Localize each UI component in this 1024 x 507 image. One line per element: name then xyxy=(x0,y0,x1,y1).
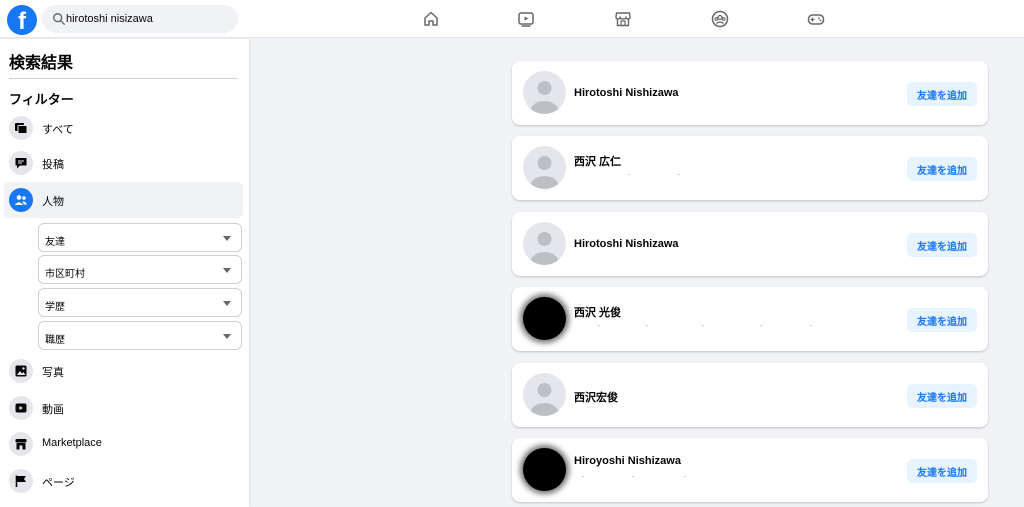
sidebar-item-label: 写真 xyxy=(42,367,64,379)
marketplace-icon xyxy=(9,432,33,456)
result-name[interactable]: Hiroyoshi Nishizawa xyxy=(574,455,681,467)
sidebar-item-all[interactable]: すべて xyxy=(4,110,243,146)
video-icon[interactable] xyxy=(516,9,536,29)
posts-icon xyxy=(9,151,33,175)
facebook-logo[interactable]: f xyxy=(7,5,37,35)
education-filter-dropdown[interactable]: 学歴 xyxy=(38,288,242,317)
sidebar-item-posts[interactable]: 投稿 xyxy=(4,145,243,181)
flag-icon xyxy=(9,469,33,493)
chevron-down-icon xyxy=(223,334,231,339)
sidebar-item-pages[interactable]: ページ xyxy=(4,463,243,499)
add-friend-button[interactable]: 友達を追加 xyxy=(907,459,977,483)
sidebar-item-label: 人物 xyxy=(42,196,64,208)
chevron-down-icon xyxy=(223,301,231,306)
search-box[interactable] xyxy=(42,5,238,33)
dropdown-label: 学歴 xyxy=(45,302,65,313)
add-friend-button[interactable]: 友達を追加 xyxy=(907,308,977,332)
result-card[interactable]: Hirotoshi Nishizawa 友達を追加 xyxy=(512,61,988,125)
marketplace-icon[interactable] xyxy=(613,9,633,29)
dropdown-label: 市区町村 xyxy=(45,269,85,280)
result-card[interactable]: 西沢 広仁 友達を追加 xyxy=(512,136,988,200)
avatar[interactable] xyxy=(523,222,566,265)
sidebar-item-label: すべて xyxy=(42,124,74,136)
result-name[interactable]: 西沢 広仁 xyxy=(574,153,621,169)
result-card[interactable]: 西沢宏俊 友達を追加 xyxy=(512,363,988,427)
add-friend-button[interactable]: 友達を追加 xyxy=(907,384,977,408)
friends-filter-dropdown[interactable]: 友達 xyxy=(38,223,242,252)
city-filter-dropdown[interactable]: 市区町村 xyxy=(38,255,242,284)
sidebar-item-photos[interactable]: 写真 xyxy=(4,353,243,389)
search-filters-sidebar: 検索結果 フィルター すべて 投稿 人物 友達 市区町村 学歴 職歴 写真 動画… xyxy=(0,39,249,507)
people-icon xyxy=(9,188,33,212)
sidebar-title: 検索結果 xyxy=(9,55,74,72)
work-filter-dropdown[interactable]: 職歴 xyxy=(38,321,242,350)
avatar[interactable] xyxy=(523,297,566,340)
add-friend-button[interactable]: 友達を追加 xyxy=(907,82,977,106)
search-icon xyxy=(53,13,65,25)
chevron-down-icon xyxy=(223,268,231,273)
groups-icon[interactable] xyxy=(710,9,730,29)
result-card[interactable]: Hiroyoshi Nishizawa 友達を追加 xyxy=(512,438,988,502)
sidebar-item-label: Marketplace xyxy=(42,437,102,449)
avatar[interactable] xyxy=(523,146,566,189)
sidebar-item-videos[interactable]: 動画 xyxy=(4,390,243,426)
filter-heading: フィルター xyxy=(9,92,74,107)
avatar[interactable] xyxy=(523,373,566,416)
sidebar-divider xyxy=(9,78,238,79)
top-navigation-bar: f xyxy=(0,0,1024,38)
videos-icon xyxy=(9,396,33,420)
dropdown-label: 職歴 xyxy=(45,335,65,346)
gaming-icon[interactable] xyxy=(806,9,826,29)
result-card[interactable]: 西沢 光俊 友達を追加 xyxy=(512,287,988,351)
result-name[interactable]: 西沢 光俊 xyxy=(574,304,621,320)
add-friend-button[interactable]: 友達を追加 xyxy=(907,157,977,181)
sidebar-item-label: 動画 xyxy=(42,404,64,416)
result-name[interactable]: 西沢宏俊 xyxy=(574,389,618,405)
result-card[interactable]: Hirotoshi Nishizawa 友達を追加 xyxy=(512,212,988,276)
avatar[interactable] xyxy=(523,448,566,491)
result-name[interactable]: Hirotoshi Nishizawa xyxy=(574,238,679,250)
result-name[interactable]: Hirotoshi Nishizawa xyxy=(574,87,679,99)
add-friend-button[interactable]: 友達を追加 xyxy=(907,233,977,257)
search-input[interactable] xyxy=(66,5,234,33)
chevron-down-icon xyxy=(223,236,231,241)
all-results-icon xyxy=(9,116,33,140)
dropdown-label: 友達 xyxy=(45,237,65,248)
sidebar-item-label: ページ xyxy=(42,477,75,489)
sidebar-item-marketplace[interactable]: Marketplace xyxy=(4,426,243,462)
sidebar-item-label: 投稿 xyxy=(42,159,64,171)
avatar[interactable] xyxy=(523,71,566,114)
sidebar-item-people[interactable]: 人物 xyxy=(4,182,243,218)
photos-icon xyxy=(9,359,33,383)
home-icon[interactable] xyxy=(421,9,441,29)
